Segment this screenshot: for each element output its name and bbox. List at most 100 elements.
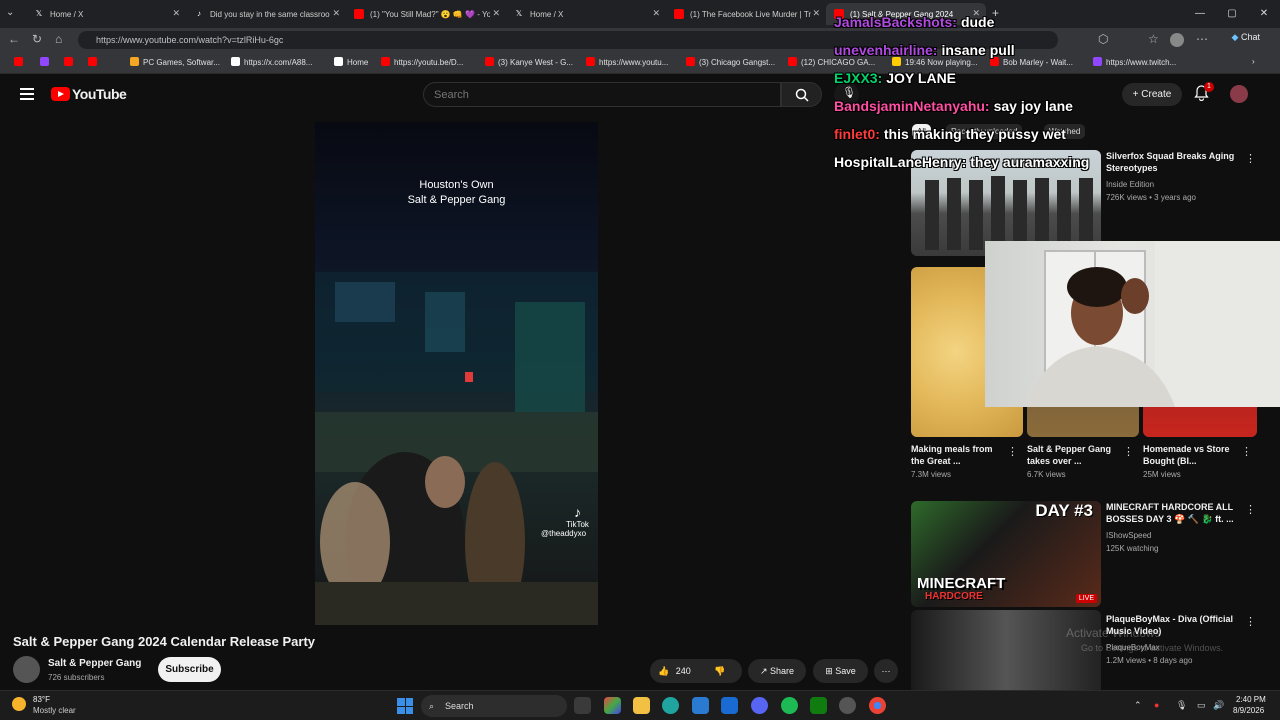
tray-app-icon[interactable]: ● [1154, 700, 1159, 710]
recommendation-title[interactable]: Silverfox Squad Breaks Aging Stereotypes [1106, 150, 1241, 174]
microphone-icon[interactable]: 🎙 [1176, 700, 1187, 711]
bookmark-item[interactable] [40, 57, 53, 67]
spotify-icon[interactable] [781, 697, 798, 714]
bookmark-item[interactable] [64, 57, 77, 67]
search-button[interactable] [781, 82, 822, 107]
more-options-icon[interactable]: ⋮ [1007, 445, 1018, 458]
bookmark-item[interactable] [14, 57, 27, 67]
video-thumbnail[interactable] [911, 610, 1101, 690]
bookmark-item[interactable]: https://www.twitch... [1093, 57, 1176, 67]
weather-icon[interactable] [12, 697, 26, 711]
tab-list-dropdown-icon[interactable]: ⌄ [6, 7, 14, 18]
file-explorer-icon[interactable] [633, 697, 650, 714]
like-button[interactable]: 👍 240 [658, 659, 691, 683]
bookmark-item[interactable]: (3) Kanye West - G... [485, 57, 573, 67]
tab-tiktok[interactable]: ♪ Did you stay in the same classroo ✕ [186, 3, 346, 25]
more-options-icon[interactable]: ⋮ [1245, 503, 1256, 516]
create-button[interactable]: + Create [1122, 83, 1182, 106]
hamburger-menu-icon[interactable] [20, 88, 34, 100]
extensions-icon[interactable]: ⬡ [1098, 32, 1108, 46]
back-icon[interactable]: ← [8, 32, 20, 46]
menu-dots-icon[interactable]: ⋯ [1196, 32, 1208, 46]
video-thumbnail[interactable]: DAY #3 MINECRAFT HARDCORE LIVE [911, 501, 1101, 607]
dislike-button[interactable]: 👎 [714, 659, 725, 683]
bookmark-item[interactable]: https://www.youtu... [586, 57, 668, 67]
tab-facebook-live[interactable]: (1) The Facebook Live Murder | Tr ✕ [666, 3, 826, 25]
color-app-icon[interactable] [604, 697, 621, 714]
recommendation-item[interactable]: DAY #3 MINECRAFT HARDCORE LIVE MINECRAFT… [911, 501, 1261, 609]
bookmark-favicon-icon [788, 57, 797, 66]
bookmark-item[interactable]: Home [334, 57, 368, 67]
recommendation-title[interactable]: Homemade vs Store Bought (BI... [1143, 443, 1233, 467]
volume-icon[interactable]: 🔊 [1213, 700, 1224, 711]
close-window-icon[interactable]: ✕ [1248, 0, 1280, 28]
home-icon[interactable]: ⌂ [55, 32, 62, 46]
more-options-icon[interactable]: ⋮ [1241, 445, 1252, 458]
minimize-icon[interactable]: — [1184, 0, 1216, 28]
network-icon[interactable]: ▭ [1197, 700, 1206, 711]
save-button[interactable]: ⊞ Save [813, 659, 868, 683]
bookmark-item[interactable]: PC Games, Softwar... [130, 57, 220, 67]
copilot-chat-button[interactable]: ◆ Chat [1232, 32, 1260, 43]
discord-icon[interactable] [751, 697, 768, 714]
taskbar-date[interactable]: 8/9/2026 [1233, 706, 1264, 715]
recommendation-channel[interactable]: IShowSpeed [1106, 530, 1151, 541]
taskbar-time[interactable]: 2:40 PM [1236, 695, 1266, 704]
close-tab-icon[interactable]: ✕ [652, 8, 660, 19]
weather-description[interactable]: Mostly clear [33, 706, 76, 715]
search-field[interactable] [423, 82, 781, 107]
maximize-icon[interactable]: ▢ [1216, 0, 1248, 28]
recommendation-title[interactable]: Salt & Pepper Gang takes over ... [1027, 443, 1117, 467]
notification-count-badge: 1 [1204, 82, 1214, 92]
bookmark-item[interactable] [88, 57, 101, 67]
store-icon[interactable] [692, 697, 709, 714]
search-input[interactable] [424, 83, 780, 106]
tray-overflow-icon[interactable]: ⌃ [1134, 700, 1142, 711]
start-menu-icon[interactable] [397, 698, 413, 714]
tab-home-x-1[interactable]: 𝕏 Home / X ✕ [26, 3, 186, 25]
channel-avatar[interactable] [13, 656, 40, 683]
video-player[interactable]: Houston's Own Salt & Pepper Gang ♪ TikTo… [315, 122, 598, 625]
favorites-icon[interactable]: ☆ [1148, 32, 1159, 46]
profile-avatar[interactable] [1170, 33, 1184, 47]
recommendation-title[interactable]: MINECRAFT HARDCORE ALL BOSSES DAY 3 🍄 🔨 … [1106, 501, 1241, 525]
bookmark-item[interactable]: (3) Chicago Gangst... [686, 57, 775, 67]
chat-text: say joy lane [993, 98, 1073, 114]
close-tab-icon[interactable]: ✕ [492, 8, 500, 19]
channel-name[interactable]: Salt & Pepper Gang [48, 658, 141, 669]
bookmark-item[interactable]: (12) CHICAGO GA... [788, 57, 875, 67]
more-options-icon[interactable]: ⋮ [1245, 152, 1256, 165]
mail-icon[interactable] [721, 697, 738, 714]
recommendation-title[interactable]: Making meals from the Great ... [911, 443, 1001, 467]
edge-browser-icon[interactable] [662, 697, 679, 714]
more-options-icon[interactable]: ⋮ [1123, 445, 1134, 458]
xbox-icon[interactable] [810, 697, 827, 714]
close-tab-icon[interactable]: ✕ [812, 8, 820, 19]
more-options-icon[interactable]: ⋮ [1245, 615, 1256, 628]
account-avatar[interactable] [1230, 85, 1248, 103]
settings-gear-icon[interactable] [839, 697, 856, 714]
bookmark-item[interactable]: 19:46 Now playing... [892, 57, 978, 67]
bookmark-item[interactable]: https://youtu.be/D... [381, 57, 463, 67]
bookmark-label: Bob Marley - Wait... [1003, 58, 1073, 67]
close-tab-icon[interactable]: ✕ [172, 8, 180, 19]
bookmark-icon: ⊞ [825, 666, 833, 676]
url-text: https://www.youtube.com/watch?v=tzlRiHu-… [96, 35, 284, 45]
more-actions-button[interactable]: ⋯ [874, 659, 898, 683]
taskbar-search[interactable]: ⌕ Search [421, 695, 567, 717]
youtube-logo[interactable]: YouTube [51, 86, 127, 102]
tab-youtube-still-mad[interactable]: (1) "You Still Mad?" 😮 👊 💜 - Yo ✕ [346, 3, 506, 25]
recommendation-channel[interactable]: Inside Edition [1106, 179, 1154, 190]
task-view-icon[interactable] [574, 697, 591, 714]
weather-temperature[interactable]: 83°F [33, 695, 50, 704]
bookmarks-overflow-icon[interactable]: › [1252, 57, 1255, 66]
share-button[interactable]: ↗ Share [748, 659, 806, 683]
bookmark-item[interactable]: https://x.com/A88... [231, 57, 312, 67]
close-tab-icon[interactable]: ✕ [332, 8, 340, 19]
tab-label: (1) The Facebook Live Murder | Tr [690, 9, 812, 19]
reload-icon[interactable]: ↻ [32, 32, 42, 46]
chrome-icon[interactable] [869, 697, 886, 714]
subscribe-button[interactable]: Subscribe [158, 657, 221, 682]
bookmark-item[interactable]: Bob Marley - Wait... [990, 57, 1073, 67]
tab-home-x-2[interactable]: 𝕏 Home / X ✕ [506, 3, 666, 25]
